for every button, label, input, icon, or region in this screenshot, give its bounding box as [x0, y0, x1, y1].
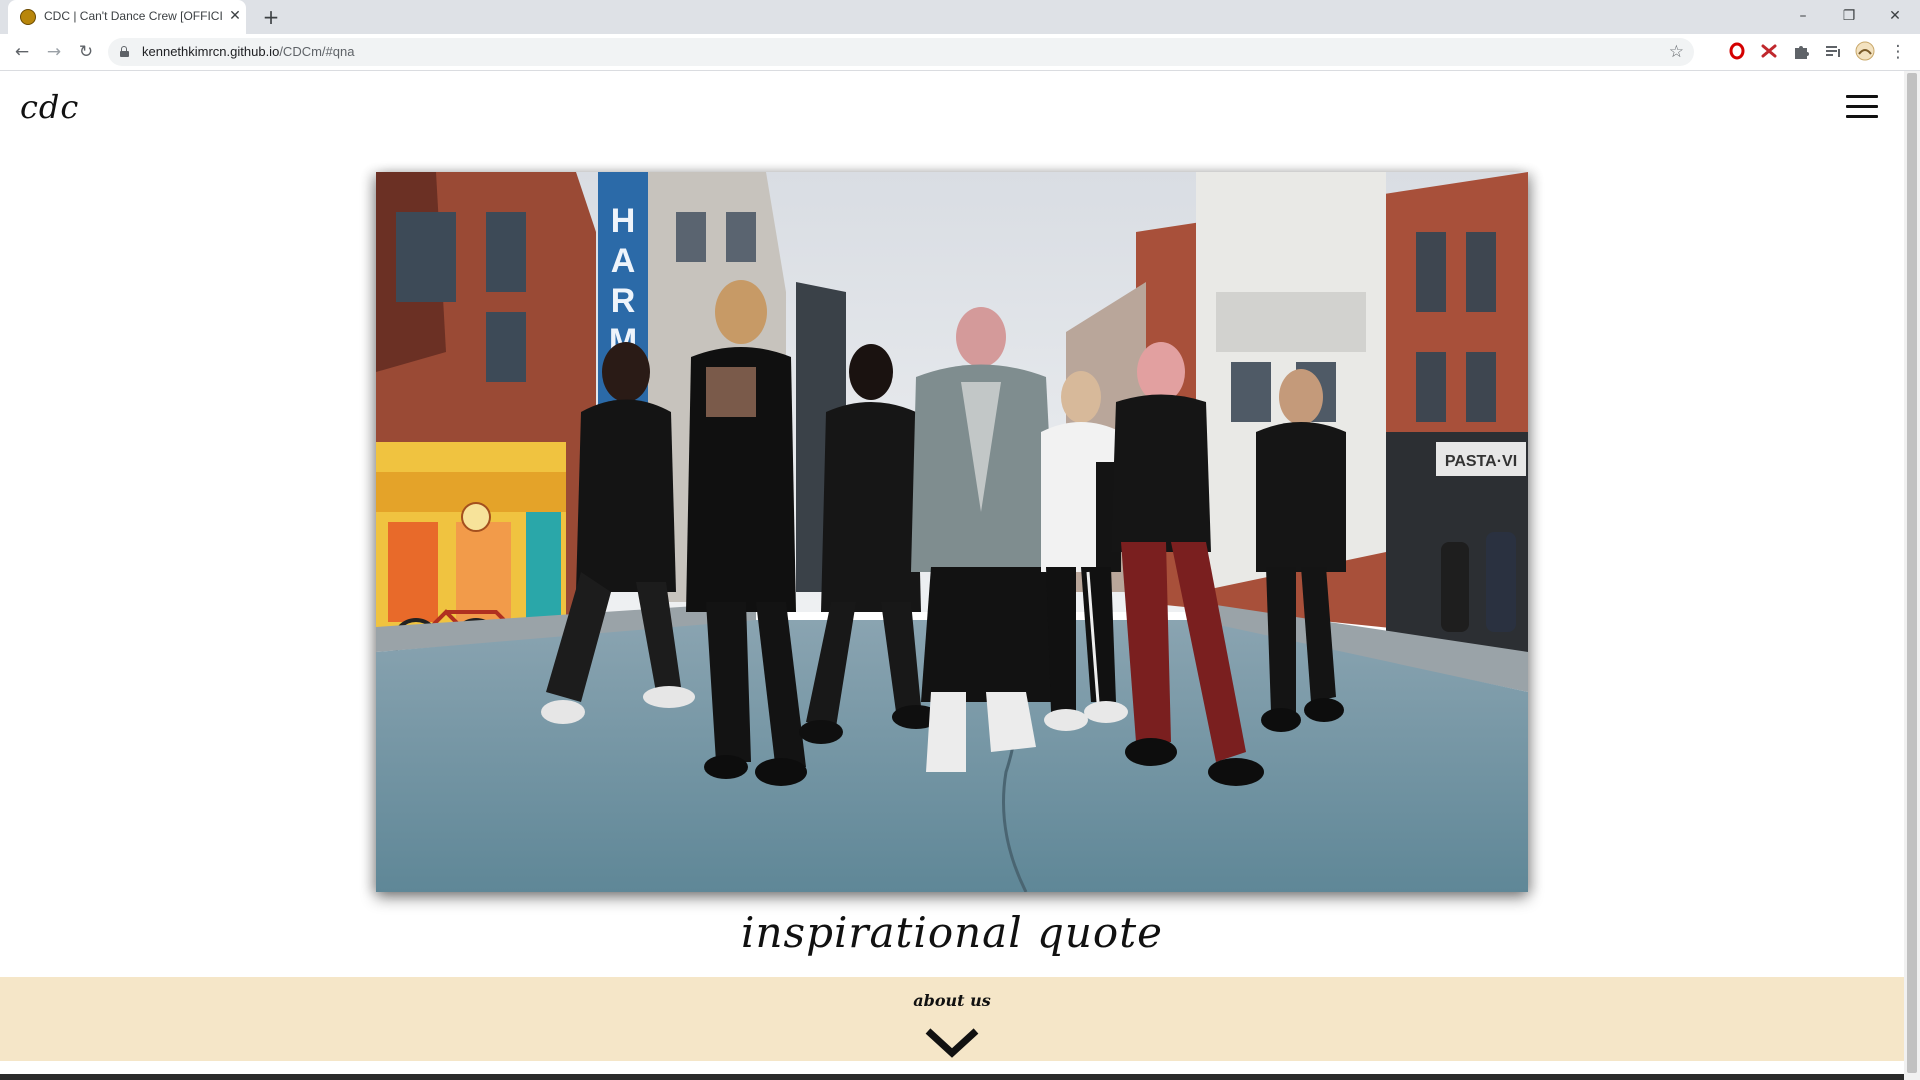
- svg-text:A: A: [611, 242, 636, 280]
- puzzle-extensions-icon[interactable]: [1790, 40, 1812, 62]
- opera-extension-icon[interactable]: [1726, 40, 1748, 62]
- svg-text:H: H: [611, 202, 636, 240]
- url-path: /CDCm/#qna: [279, 44, 355, 59]
- tab-title: CDC | Can't Dance Crew [OFFICIAL]: [44, 9, 222, 23]
- svg-text:R: R: [611, 282, 636, 320]
- url-host: kennethkimrcn.github.io: [142, 44, 280, 59]
- close-window-button[interactable]: ✕: [1880, 4, 1910, 28]
- profile-avatar-icon[interactable]: [1854, 40, 1876, 62]
- hero-image: H A R M A PASTA·VI: [376, 172, 1528, 892]
- about-us-band[interactable]: about us: [0, 977, 1904, 1061]
- scrollbar-thumb[interactable]: [1907, 73, 1917, 1073]
- inspirational-quote: inspirational quote: [741, 908, 1163, 957]
- forward-button[interactable]: →: [42, 40, 66, 64]
- chevron-down-icon[interactable]: [922, 1025, 982, 1061]
- site-favicon-icon: [20, 9, 36, 25]
- back-button[interactable]: ←: [10, 40, 34, 64]
- red-extension-icon[interactable]: [1758, 40, 1780, 62]
- address-bar[interactable]: kennethkimrcn.github.io/CDCm/#qna ☆: [108, 38, 1694, 66]
- browser-toolbar: ← → ↻ kennethkimrcn.github.io/CDCm/#qna …: [0, 34, 1920, 71]
- tab-close-icon[interactable]: ✕: [226, 7, 244, 25]
- maximize-button[interactable]: ❐: [1834, 4, 1864, 28]
- browser-menu-icon[interactable]: ⋮: [1886, 40, 1910, 64]
- lock-icon[interactable]: [120, 46, 129, 57]
- hamburger-menu-icon[interactable]: [1846, 95, 1878, 119]
- reload-button[interactable]: ↻: [74, 40, 98, 64]
- hero-photo: H A R M A PASTA·VI: [376, 172, 1528, 892]
- site-logo[interactable]: cdc: [20, 88, 79, 126]
- minimize-button[interactable]: –: [1788, 4, 1818, 28]
- reading-list-icon[interactable]: [1822, 40, 1844, 62]
- browser-tabstrip: CDC | Can't Dance Crew [OFFICIAL] ✕ + – …: [0, 0, 1920, 34]
- bookmark-star-icon[interactable]: ☆: [1669, 40, 1684, 64]
- about-us-label[interactable]: about us: [0, 991, 1904, 1010]
- svg-text:PASTA·VI: PASTA·VI: [1445, 453, 1517, 470]
- page-scrollbar[interactable]: [1904, 71, 1920, 1080]
- browser-tab[interactable]: CDC | Can't Dance Crew [OFFICIAL] ✕: [8, 0, 246, 34]
- bottom-strip: [0, 1074, 1904, 1080]
- new-tab-button[interactable]: +: [260, 6, 282, 28]
- url-text[interactable]: kennethkimrcn.github.io/CDCm/#qna: [142, 44, 354, 59]
